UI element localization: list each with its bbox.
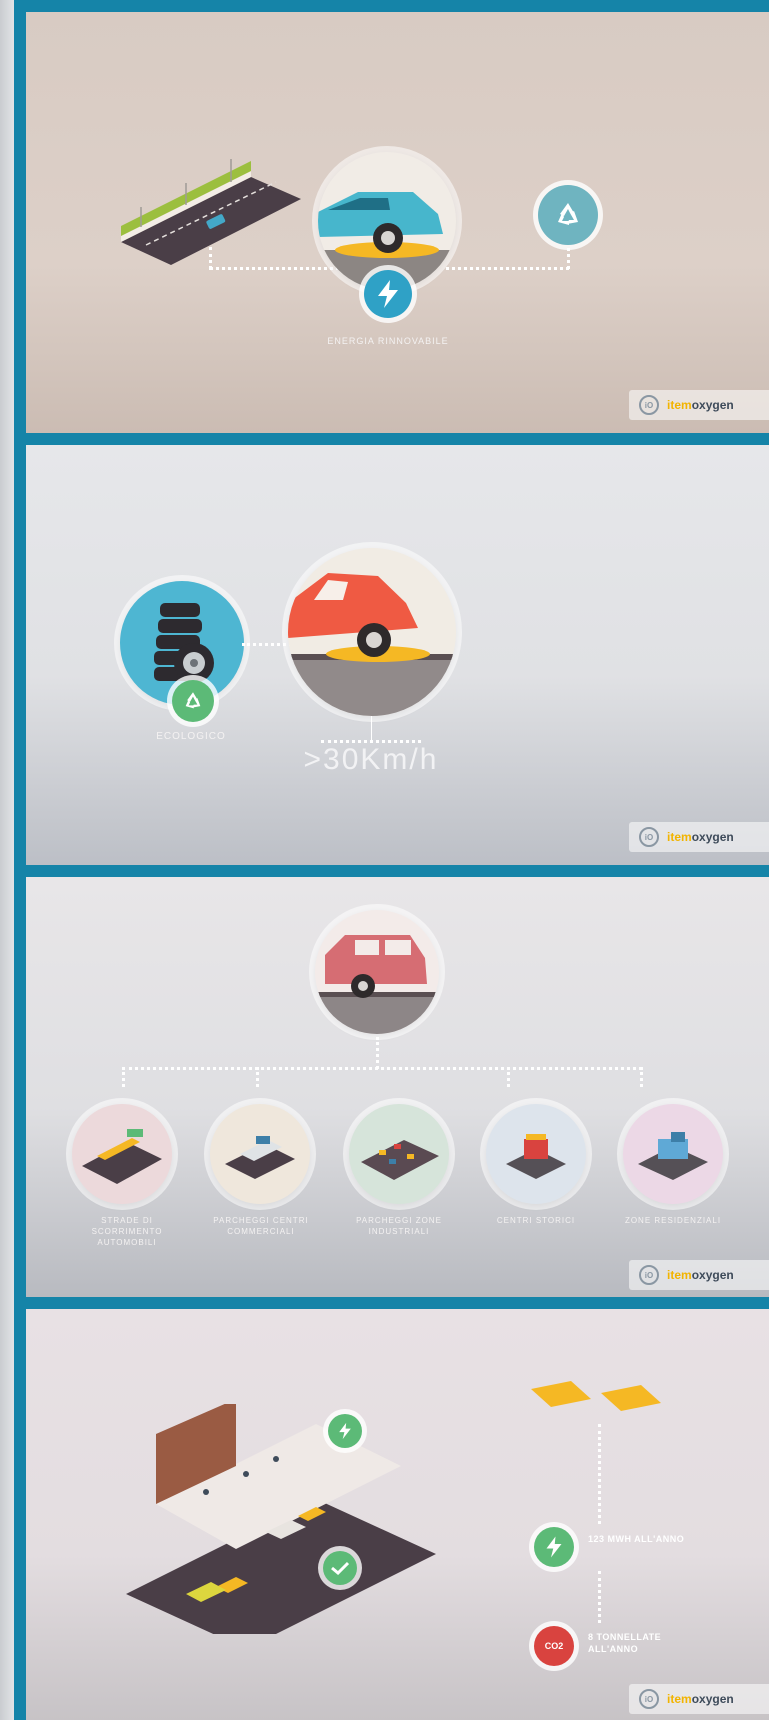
connector [446, 267, 569, 270]
location-label: CENTRI STORICI [496, 1216, 576, 1225]
connector [376, 1037, 379, 1069]
location-circle-residential [623, 1104, 723, 1204]
connector [507, 1067, 510, 1087]
car-circle [315, 910, 439, 1034]
recycle-icon [538, 185, 598, 245]
lightning-icon [364, 270, 412, 318]
connector [640, 1067, 643, 1087]
brand-prefix: item [667, 1692, 692, 1706]
connector [242, 643, 292, 646]
brand-name: oxygen [691, 1692, 734, 1706]
car-icon [315, 935, 439, 1034]
car-on-bump-icon [288, 573, 456, 716]
connector [256, 1067, 259, 1087]
brand-logo: iO item oxygen [629, 1684, 769, 1714]
location-label: PARCHEGGI CENTRI COMMERCIALI [213, 1216, 309, 1236]
location-circle-industrial [349, 1104, 449, 1204]
connector [371, 716, 372, 740]
connector [598, 1424, 601, 1524]
caption-ecological: ECOLOGICO [156, 731, 226, 742]
location-circle-historic [486, 1104, 586, 1204]
brand-prefix: item [667, 1268, 692, 1282]
co2-per-year-label: 8 TONNELLATE ALL'ANNO [588, 1632, 662, 1654]
speed-label: >30Km/h [303, 743, 439, 776]
connector [567, 242, 570, 269]
brand-name: oxygen [691, 398, 734, 412]
panel-savings: 123 MWH ALL'ANNO CO2 8 TONNELLATE ALL'AN… [26, 1309, 769, 1720]
car-on-bump-circle [288, 548, 456, 716]
panel-speed: ECOLOGICO >30Km/h iO item oxygen [26, 445, 769, 865]
brand-logo: iO item oxygen [629, 390, 769, 420]
location-circle-shopping [210, 1104, 310, 1204]
brand-mark: iO [639, 395, 659, 415]
connector [598, 1571, 601, 1623]
brand-name: oxygen [691, 830, 734, 844]
location-label: PARCHEGGI ZONE INDUSTRIALI [356, 1216, 442, 1236]
lightning-icon [328, 1414, 362, 1448]
street-scene-illustration [126, 1404, 436, 1634]
panel-renewable-energy: ENERGIA RINNOVABILE iO item oxygen [26, 12, 769, 433]
location-label: STRADE DI SCORRIMENTO AUTOMOBILI [91, 1216, 163, 1247]
location-circle-roads [72, 1104, 172, 1204]
energy-per-year-label: 123 MWH ALL'ANNO [588, 1534, 685, 1544]
brand-logo: iO item oxygen [629, 1260, 769, 1290]
brand-mark: iO [639, 1265, 659, 1285]
check-icon [323, 1551, 357, 1585]
connector [209, 247, 212, 269]
bike-lane-road-illustration [121, 159, 301, 265]
panel-locations: STRADE DI SCORRIMENTO AUTOMOBILI PARCHEG… [26, 877, 769, 1297]
connector [122, 1067, 125, 1087]
co2-icon: CO2 [534, 1626, 574, 1666]
brand-logo: iO item oxygen [629, 822, 769, 852]
brand-mark: iO [639, 1689, 659, 1709]
brand-prefix: item [667, 398, 692, 412]
brand-prefix: item [667, 830, 692, 844]
connector [122, 1067, 642, 1070]
brand-name: oxygen [691, 1268, 734, 1282]
lightning-icon [534, 1527, 574, 1567]
brand-mark: iO [639, 827, 659, 847]
location-label: ZONE RESIDENZIALI [624, 1216, 722, 1225]
recycle-icon [172, 680, 214, 722]
speed-bumps-icon [531, 1381, 661, 1411]
caption-renewable-energy: ENERGIA RINNOVABILE [327, 336, 449, 346]
